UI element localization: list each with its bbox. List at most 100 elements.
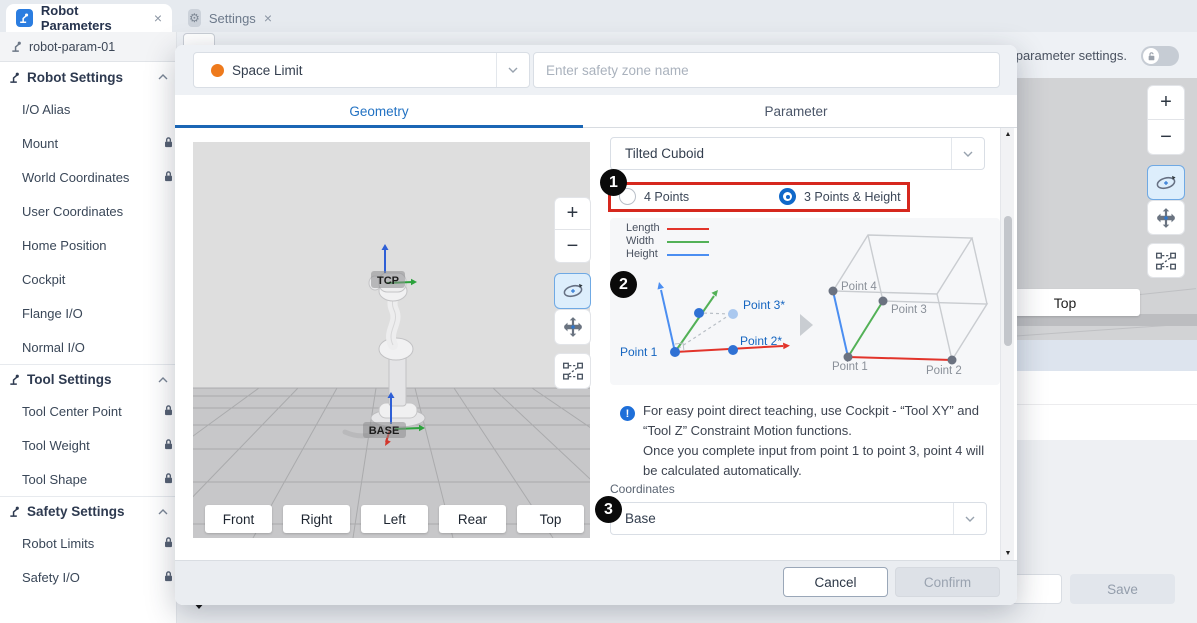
lock-toggle[interactable] (1141, 46, 1179, 66)
scroll-down-icon[interactable]: ▼ (1001, 550, 1015, 557)
save-button[interactable]: Save (1070, 574, 1175, 604)
item-label: Mount (22, 136, 58, 151)
radio-3-points-height[interactable]: 3 Points & Height (779, 188, 901, 205)
shape-type-select[interactable]: Tilted Cuboid (610, 137, 985, 170)
lock-icon (163, 570, 174, 586)
sidebar-item-safety-io[interactable]: Safety I/O (0, 560, 176, 594)
radio-label: 4 Points (644, 190, 689, 204)
robot-3d-viewer[interactable]: TCP BASE Front Right Left Rear Top (193, 142, 590, 538)
chevron-down-icon (953, 503, 986, 534)
robot-icon (8, 373, 21, 386)
radio-on-icon[interactable] (779, 188, 796, 205)
profile-row[interactable]: robot-param-01 (0, 32, 176, 62)
item-label: I/O Alias (22, 102, 70, 117)
zone-name-input[interactable] (533, 52, 1000, 88)
modal-scrollbar[interactable]: ▲ ▼ (1000, 128, 1014, 560)
sidebar-item-mount[interactable]: Mount (0, 126, 176, 160)
robot-3d-scene: TCP BASE (193, 142, 590, 538)
lock-icon (163, 536, 174, 552)
robot-icon (16, 9, 33, 27)
info-line-1: For easy point direct teaching, use Cock… (643, 401, 1002, 441)
coordinates-select[interactable]: Base (610, 502, 987, 535)
tab-robot-parameters[interactable]: Robot Parameters × (6, 4, 172, 32)
points-diagram (610, 218, 1000, 385)
view-right-button[interactable]: Right (283, 505, 350, 533)
sidebar-item-flange-io[interactable]: Flange I/O (0, 296, 176, 330)
coordinates-label: Coordinates (610, 482, 675, 496)
point-2-label: Point 2* (740, 334, 782, 348)
sidebar-section-robot-settings[interactable]: Robot Settings (0, 62, 176, 92)
cuboid-point-2-label: Point 2 (926, 365, 962, 377)
radio-label: 3 Points & Height (804, 190, 901, 204)
chevron-up-icon (158, 74, 168, 80)
lock-icon (163, 170, 174, 186)
item-label: Home Position (22, 238, 107, 253)
measure-distance-icon[interactable] (554, 353, 591, 389)
scrollbar-thumb[interactable] (1004, 216, 1012, 346)
sidebar-item-io-alias[interactable]: I/O Alias (0, 92, 176, 126)
tab-label: Robot Parameters (41, 3, 146, 33)
close-icon[interactable]: × (154, 11, 162, 25)
zone-color-dot (211, 64, 224, 77)
coordinates-value: Base (625, 511, 656, 526)
measure-distance-icon[interactable] (1147, 243, 1185, 278)
sidebar-item-robot-limits[interactable]: Robot Limits (0, 526, 176, 560)
close-icon[interactable]: × (264, 11, 272, 25)
section-label: Tool Settings (27, 372, 112, 387)
pan-view-icon[interactable] (1147, 200, 1185, 235)
tcp-label: TCP (377, 275, 399, 287)
radio-4-points[interactable]: 4 Points (619, 188, 689, 205)
zoom-in-button[interactable]: + (554, 197, 591, 230)
rotate-view-icon[interactable] (1147, 165, 1185, 200)
zone-type-select[interactable]: Space Limit (193, 52, 530, 88)
zoom-in-button[interactable]: + (1147, 85, 1185, 120)
base-label: BASE (369, 425, 400, 437)
annotation-2-badge: 2 (610, 271, 637, 298)
view-left-button[interactable]: Left (361, 505, 428, 533)
point-mode-highlight-box: 4 Points 3 Points & Height (608, 182, 910, 212)
sidebar-item-tool-weight[interactable]: Tool Weight (0, 428, 176, 462)
view-top-button[interactable]: Top (517, 505, 584, 533)
rotate-view-icon[interactable] (554, 273, 591, 309)
robot-icon (8, 505, 21, 518)
sidebar-item-cockpit[interactable]: Cockpit (0, 262, 176, 296)
item-label: Tool Shape (22, 472, 87, 487)
lock-icon (163, 404, 174, 420)
view-rear-button[interactable]: Rear (439, 505, 506, 533)
point-3-label: Point 3* (743, 298, 785, 312)
tab-geometry[interactable]: Geometry (175, 95, 583, 128)
cuboid-point-3-label: Point 3 (891, 304, 927, 316)
cancel-button[interactable]: Cancel (783, 567, 888, 597)
item-label: Tool Weight (22, 438, 90, 453)
gear-icon: ⚙ (188, 9, 201, 27)
unlock-icon (1143, 48, 1159, 64)
sidebar-section-safety-settings[interactable]: Safety Settings (0, 496, 176, 526)
pan-view-icon[interactable] (554, 309, 591, 345)
info-icon: ! (620, 406, 635, 421)
zoom-out-button[interactable]: − (1147, 120, 1185, 155)
view-front-button[interactable]: Front (205, 505, 272, 533)
sidebar-item-world-coordinates[interactable]: World Coordinates (0, 160, 176, 194)
section-label: Safety Settings (27, 504, 125, 519)
background-viewer-controls: + − (1147, 85, 1185, 278)
scroll-up-icon[interactable]: ▲ (1001, 131, 1015, 138)
tab-label: Settings (209, 11, 256, 26)
teaching-diagram-panel: Length Width Height (610, 218, 1000, 385)
tab-parameter[interactable]: Parameter (592, 95, 1000, 128)
sidebar-item-tool-shape[interactable]: Tool Shape (0, 462, 176, 496)
confirm-button[interactable]: Confirm (895, 567, 1000, 597)
tab-settings[interactable]: ⚙ Settings × (178, 4, 282, 32)
sidebar-item-normal-io[interactable]: Normal I/O (0, 330, 176, 364)
chevron-down-icon (951, 138, 984, 169)
info-block: ! For easy point direct teaching, use Co… (610, 401, 1002, 481)
lock-icon (163, 472, 174, 488)
sidebar-section-tool-settings[interactable]: Tool Settings (0, 364, 176, 394)
sidebar-item-home-position[interactable]: Home Position (0, 228, 176, 262)
sidebar-item-user-coordinates[interactable]: User Coordinates (0, 194, 176, 228)
profile-name: robot-param-01 (29, 40, 115, 54)
zoom-out-button[interactable]: − (554, 230, 591, 263)
robot-icon (8, 71, 21, 84)
window-tab-bar: Robot Parameters × ⚙ Settings × (0, 0, 1197, 32)
sidebar: robot-param-01 Robot Settings I/O Alias … (0, 32, 177, 623)
sidebar-item-tool-center-point[interactable]: Tool Center Point (0, 394, 176, 428)
